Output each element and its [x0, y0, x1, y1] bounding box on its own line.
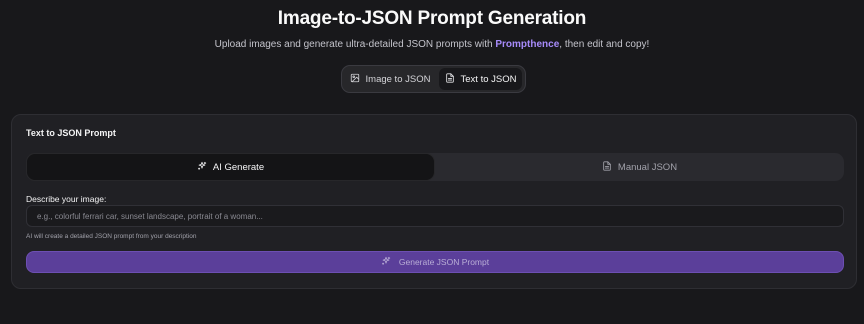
generate-json-prompt-button[interactable]: Generate JSON Prompt [26, 251, 844, 273]
image-icon [350, 73, 360, 86]
text-to-json-tab[interactable]: Text to JSON [439, 68, 522, 90]
helper-text: AI will create a detailed JSON prompt fr… [26, 233, 197, 240]
description-label: Describe your image: [26, 194, 107, 204]
subtitle-text-end: , then edit and copy! [559, 39, 650, 50]
generation-mode-tabs: AI Generate Manual JSON [26, 153, 844, 181]
page-subtitle: Upload images and generate ultra-detaile… [0, 39, 864, 50]
subtitle-text-start: Upload images and generate ultra-detaile… [214, 39, 496, 50]
ai-generate-label: AI Generate [212, 161, 265, 173]
image-to-json-tab[interactable]: Image to JSON [345, 68, 435, 90]
file-text-icon [602, 160, 612, 174]
card-title: Text to JSON Prompt [26, 128, 116, 138]
text-to-json-label: Text to JSON [460, 73, 517, 85]
sparkles-icon [381, 256, 391, 268]
page-title: Image-to-JSON Prompt Generation [277, 8, 587, 29]
manual-json-tab[interactable]: Manual JSON [435, 153, 844, 181]
description-input[interactable] [26, 205, 844, 227]
sparkles-icon [197, 161, 207, 174]
text-to-json-card: Text to JSON Prompt AI Generate Manual J… [11, 114, 857, 289]
mode-switch: Image to JSON Text to JSON [341, 65, 526, 93]
generate-button-label: Generate JSON Prompt [398, 257, 490, 267]
page-header: Image-to-JSON Prompt Generation Upload i… [0, 8, 864, 50]
file-text-icon [445, 72, 455, 86]
brand-name: Prompthence [495, 39, 560, 50]
ai-generate-tab[interactable]: AI Generate [26, 153, 435, 181]
manual-json-label: Manual JSON [617, 161, 678, 173]
image-to-json-label: Image to JSON [365, 73, 431, 85]
